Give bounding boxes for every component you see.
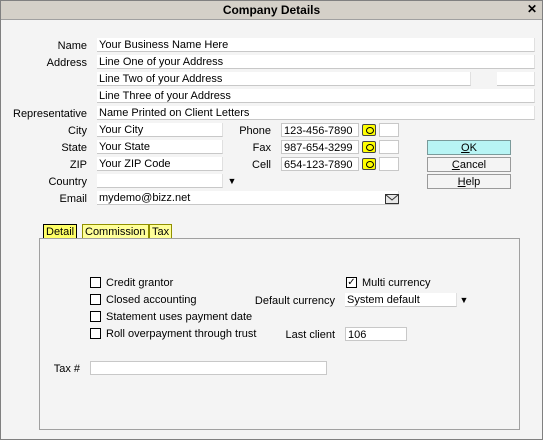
fax-ext-field[interactable]: [379, 140, 399, 154]
name-field[interactable]: Your Business Name Here: [97, 38, 535, 52]
phone-field[interactable]: 123-456-7890: [281, 123, 359, 137]
city-label: City: [68, 125, 87, 137]
representative-field[interactable]: Name Printed on Client Letters: [97, 106, 535, 120]
phone-label: Phone: [239, 125, 271, 137]
tab-detail[interactable]: Detail: [43, 224, 78, 238]
state-label: State: [61, 142, 87, 154]
company-details-window: Company Details ✕ Name Your Business Nam…: [0, 0, 543, 440]
ok-button[interactable]: OK: [427, 140, 511, 155]
closed-accounting-label: Closed accounting: [106, 294, 197, 306]
name-label: Name: [57, 40, 87, 52]
multi-currency-checkbox[interactable]: ✓: [346, 277, 357, 288]
window-title: Company Details: [222, 3, 321, 17]
cancel-accel: C: [451, 159, 460, 171]
last-client-field[interactable]: 106: [345, 327, 407, 341]
address-line1-field[interactable]: Line One of your Address: [97, 55, 535, 69]
email-icon[interactable]: [385, 194, 399, 204]
city-field[interactable]: Your City: [97, 123, 223, 137]
default-currency-select[interactable]: System default: [345, 293, 457, 307]
email-field[interactable]: mydemo@bizz.net: [97, 191, 399, 205]
cell-ext-field[interactable]: [379, 157, 399, 171]
credit-grantor-label: Credit grantor: [106, 277, 174, 289]
help-label: elp: [465, 176, 481, 188]
ok-accel: O: [461, 142, 470, 154]
statement-payment-date-checkbox[interactable]: [90, 311, 101, 322]
phone-ext-field[interactable]: [379, 123, 399, 137]
closed-accounting-checkbox[interactable]: [90, 294, 101, 305]
tax-number-field[interactable]: [90, 361, 327, 375]
close-icon[interactable]: ✕: [525, 2, 539, 16]
address-line3-field[interactable]: Line Three of your Address: [97, 89, 535, 103]
representative-label: Representative: [13, 108, 87, 120]
statement-payment-date-label: Statement uses payment date: [106, 311, 253, 323]
ok-label: K: [469, 142, 477, 154]
tab-commission[interactable]: Commission: [82, 224, 149, 238]
address-line2-field[interactable]: Line Two of your Address: [97, 72, 471, 86]
country-select[interactable]: [97, 174, 223, 188]
fax-dial-icon[interactable]: [362, 141, 376, 153]
credit-grantor-checkbox[interactable]: [90, 277, 101, 288]
multi-currency-label: Multi currency: [362, 277, 431, 289]
tax-number-label: Tax #: [53, 363, 80, 375]
fax-label: Fax: [252, 142, 271, 154]
help-button[interactable]: Help: [427, 174, 511, 189]
email-label: Email: [59, 193, 87, 205]
cell-label: Cell: [252, 159, 271, 171]
default-currency-label: Default currency: [254, 295, 335, 307]
currency-dropdown-arrow-icon[interactable]: ▼: [457, 294, 471, 306]
cancel-button[interactable]: Cancel: [427, 157, 511, 172]
country-label: Country: [48, 176, 87, 188]
cancel-label: ancel: [459, 159, 487, 171]
tab-tax[interactable]: Tax: [149, 224, 173, 238]
state-field[interactable]: Your State: [97, 140, 223, 154]
zip-label: ZIP: [69, 159, 87, 171]
phone-dial-icon[interactable]: [362, 124, 376, 136]
fax-field[interactable]: 987-654-3299: [281, 140, 359, 154]
cell-dial-icon[interactable]: [362, 158, 376, 170]
cell-field[interactable]: 654-123-7890: [281, 157, 359, 171]
last-client-label: Last client: [285, 329, 335, 341]
roll-overpayment-checkbox[interactable]: [90, 328, 101, 339]
title-bar[interactable]: Company Details ✕: [1, 1, 542, 20]
address-label: Address: [46, 57, 87, 69]
address-extra-field[interactable]: [497, 72, 535, 86]
zip-field[interactable]: Your ZIP Code: [97, 157, 223, 171]
country-dropdown-arrow-icon[interactable]: ▼: [225, 175, 239, 187]
help-accel: H: [457, 176, 466, 188]
